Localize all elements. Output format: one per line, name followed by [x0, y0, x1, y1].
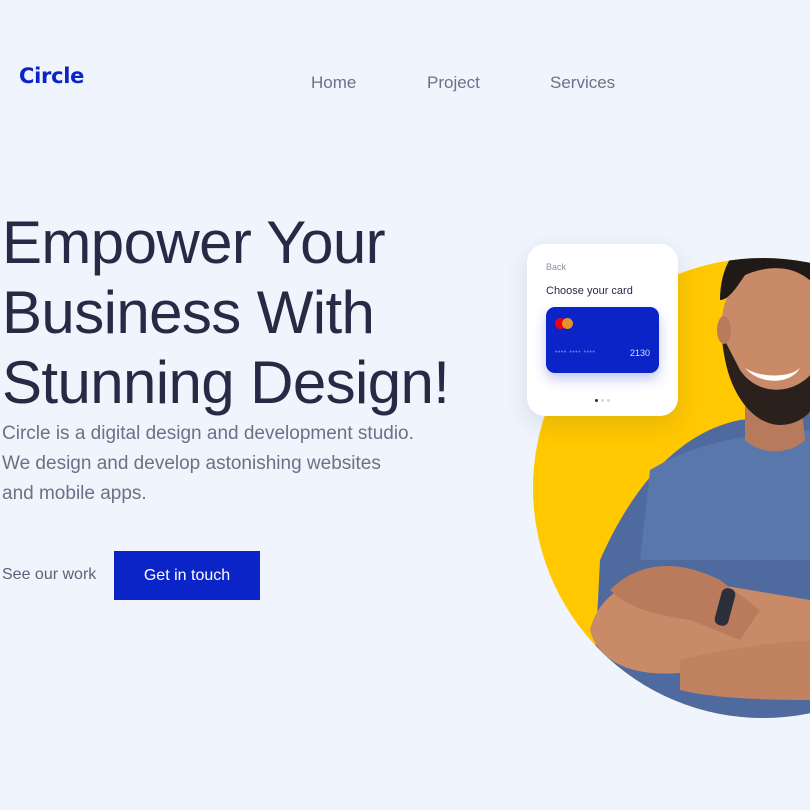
card-widget-title: Choose your card: [546, 285, 633, 297]
back-link[interactable]: Back: [546, 262, 566, 272]
credit-card[interactable]: •••• •••• •••• 2130: [546, 307, 659, 373]
card-pager-dots[interactable]: [595, 399, 615, 403]
payment-card-widget: Back Choose your card •••• •••• •••• 213…: [527, 244, 678, 416]
landing-page: Circle Home Project Services Empower You…: [0, 0, 810, 810]
mastercard-icon: [555, 318, 573, 329]
person-photo: [590, 258, 810, 718]
card-last-digits: 2130: [629, 348, 650, 358]
card-masked-number: •••• •••• ••••: [555, 349, 596, 356]
